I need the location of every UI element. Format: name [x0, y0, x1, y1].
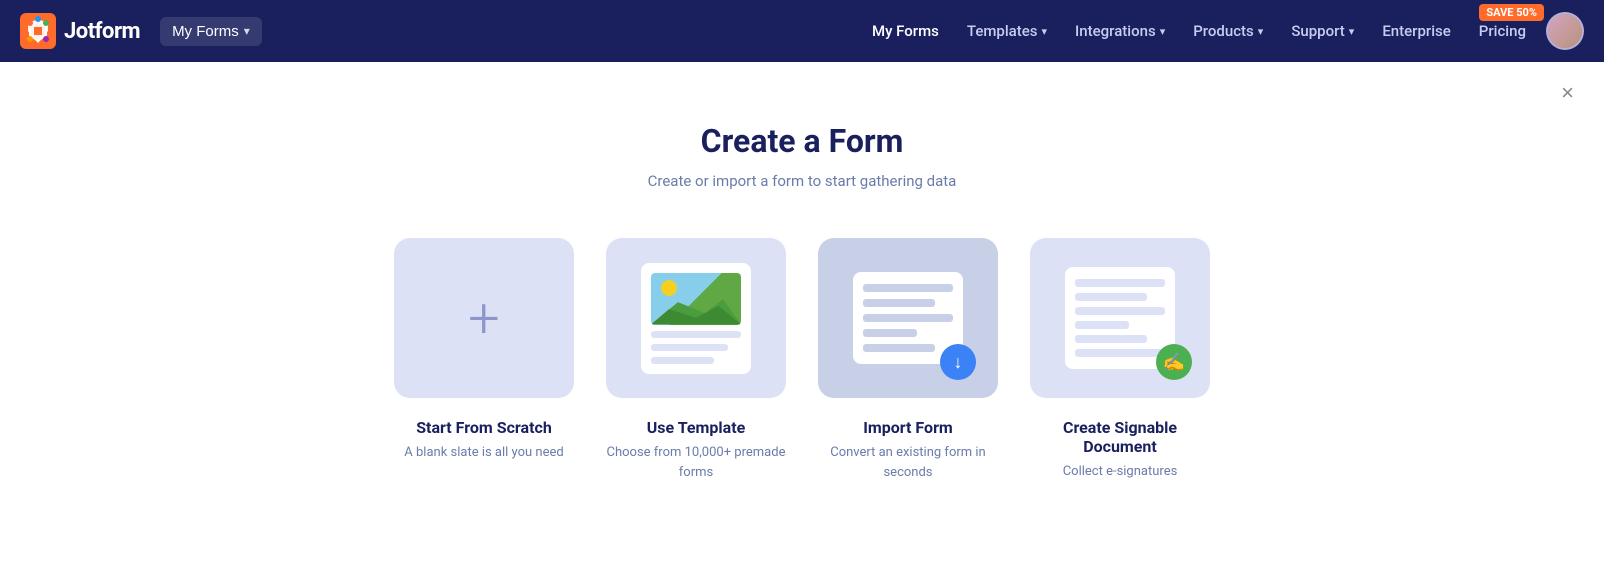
import-line-4 — [863, 329, 917, 337]
template-card-desc: Choose from 10,000+ premade forms — [606, 443, 786, 482]
template-card-title: Use Template — [647, 418, 746, 437]
signable-line-5 — [1075, 335, 1147, 343]
signature-icon: ✍ — [1156, 344, 1192, 380]
close-button[interactable]: × — [1561, 82, 1574, 104]
modal-title: Create a Form — [701, 122, 904, 160]
my-forms-btn-label: My Forms — [172, 23, 239, 40]
template-card-visual — [606, 238, 786, 398]
signable-card-desc: Collect e-signatures — [1063, 462, 1178, 482]
plus-icon: + — [468, 290, 500, 346]
import-card-title: Import Form — [863, 418, 953, 437]
template-line-2 — [651, 344, 728, 351]
nav-link-integrations[interactable]: Integrations ▾ — [1063, 14, 1177, 48]
jotform-logo-icon — [20, 13, 56, 49]
logo[interactable]: Jotform — [20, 13, 140, 49]
import-card-desc: Convert an existing form in seconds — [818, 443, 998, 482]
signable-line-6 — [1075, 349, 1165, 357]
nav-link-myforms[interactable]: My Forms — [860, 14, 951, 48]
modal-subtitle: Create or import a form to start gatheri… — [648, 172, 957, 190]
signable-line-2 — [1075, 293, 1147, 301]
nav-link-products[interactable]: Products ▾ — [1181, 14, 1275, 48]
signable-line-3 — [1075, 307, 1165, 315]
card-signable[interactable]: ✍ Create Signable Document Collect e-sig… — [1030, 238, 1210, 482]
sun-icon — [661, 280, 677, 296]
nav-links: My Forms Templates ▾ Integrations ▾ Prod… — [860, 14, 1538, 48]
scratch-card-visual: + — [394, 238, 574, 398]
logo-text: Jotform — [64, 19, 140, 44]
signable-card-visual: ✍ — [1030, 238, 1210, 398]
import-line-3 — [863, 314, 953, 322]
card-import[interactable]: ↓ Import Form Convert an existing form i… — [818, 238, 998, 482]
nav-link-enterprise[interactable]: Enterprise — [1370, 14, 1462, 48]
import-line-5 — [863, 344, 935, 352]
signable-line-4 — [1075, 321, 1129, 329]
template-line-1 — [651, 331, 741, 338]
navbar: Jotform My Forms ▾ My Forms Templates ▾ … — [0, 0, 1604, 62]
nav-link-support[interactable]: Support ▾ — [1279, 14, 1366, 48]
template-image-area — [651, 273, 741, 325]
support-chevron-icon: ▾ — [1349, 25, 1355, 38]
cards-row: + Start From Scratch A blank slate is al… — [394, 238, 1210, 482]
card-template[interactable]: Use Template Choose from 10,000+ premade… — [606, 238, 786, 482]
templates-chevron-icon: ▾ — [1042, 25, 1048, 38]
download-icon: ↓ — [940, 344, 976, 380]
template-line-3 — [651, 357, 714, 364]
import-card-visual: ↓ — [818, 238, 998, 398]
signable-card-title: Create Signable Document — [1030, 418, 1210, 456]
save-badge: SAVE 50% — [1479, 4, 1544, 21]
products-chevron-icon: ▾ — [1258, 25, 1264, 38]
avatar[interactable] — [1546, 12, 1584, 50]
scratch-card-desc: A blank slate is all you need — [404, 443, 563, 463]
import-line-1 — [863, 284, 953, 292]
import-line-2 — [863, 299, 935, 307]
create-form-modal: × Create a Form Create or import a form … — [0, 62, 1604, 562]
template-inner-doc — [641, 263, 751, 374]
avatar-image — [1548, 14, 1582, 48]
nav-link-templates[interactable]: Templates ▾ — [955, 14, 1059, 48]
my-forms-chevron-icon: ▾ — [244, 24, 250, 38]
signable-line-1 — [1075, 279, 1165, 287]
card-scratch[interactable]: + Start From Scratch A blank slate is al… — [394, 238, 574, 463]
scratch-card-title: Start From Scratch — [416, 418, 552, 437]
integrations-chevron-icon: ▾ — [1160, 25, 1166, 38]
my-forms-dropdown-button[interactable]: My Forms ▾ — [160, 17, 262, 46]
